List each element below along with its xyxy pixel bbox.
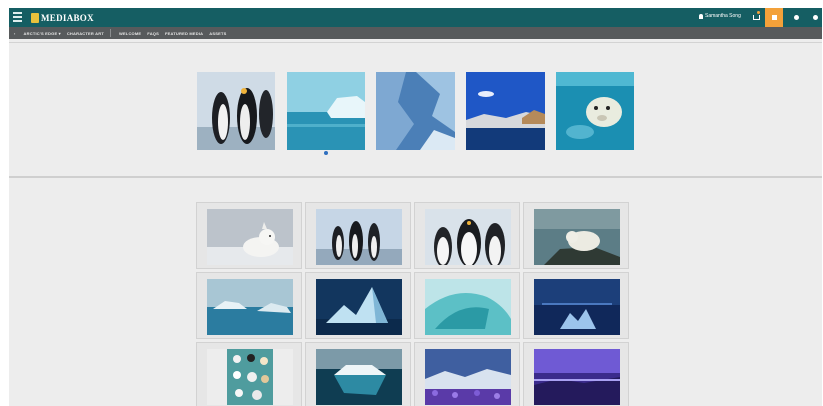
menu-icon[interactable] (13, 12, 22, 23)
nav-bar: ‹ ARCTIC'S EDGE ▾ CHARACTER ART WELCOME … (9, 27, 822, 39)
gallery-item-iceberg-underwater[interactable] (305, 342, 411, 406)
top-bar: MEDIABOX Samantha Song (9, 8, 822, 27)
nav-divider (109, 29, 111, 37)
user-icon (699, 13, 703, 19)
ice-floe-image (207, 279, 293, 335)
cart-icon (752, 15, 760, 20)
nav-item-welcome[interactable]: WELCOME (119, 31, 141, 36)
blue-iceberg-peak-image (316, 279, 402, 335)
gallery-item-violet-sky-ice[interactable] (523, 342, 629, 406)
night-iceberg-image (534, 279, 620, 335)
purple-flowers-ice-image (425, 349, 511, 405)
logout-icon (812, 15, 818, 20)
swimming-polar-bear-image (556, 72, 634, 150)
logout-button[interactable] (806, 8, 822, 27)
gallery-item-character-art-sheet[interactable] (196, 342, 302, 406)
app-logo[interactable]: MEDIABOX (31, 11, 94, 24)
character-art-sheet-image (207, 349, 293, 405)
gallery-item-polar-bear-on-rock[interactable] (523, 202, 629, 269)
logo-text: MEDIABOX (41, 12, 94, 23)
user-menu[interactable]: Samantha Song (699, 13, 741, 19)
iceberg-sea-image (287, 72, 365, 150)
nav-item-assets[interactable]: ASSETS (209, 31, 226, 36)
carousel-item-penguins[interactable] (197, 72, 275, 150)
section-divider (9, 176, 822, 178)
ice-wave-image (425, 279, 511, 335)
nav-item-character-art[interactable]: CHARACTER ART (67, 31, 104, 36)
glacier-wall-image (376, 72, 455, 150)
grid-view-button[interactable] (765, 8, 783, 27)
carousel-item-iceberg-sea[interactable] (287, 72, 365, 150)
settings-icon (793, 15, 799, 20)
gallery-item-ice-wave[interactable] (414, 272, 520, 339)
user-name: Samantha Song (705, 13, 741, 19)
gallery-item-night-iceberg[interactable] (523, 272, 629, 339)
carousel-item-coast-blue-sky[interactable] (466, 72, 545, 150)
penguins-closeup-image (425, 209, 511, 265)
gallery-item-penguins-closeup[interactable] (414, 202, 520, 269)
iceberg-underwater-image (316, 349, 402, 405)
carousel-page-indicator[interactable] (324, 151, 328, 155)
violet-sky-ice-image (534, 349, 620, 405)
section-divider (9, 42, 822, 43)
cart-button[interactable] (747, 8, 765, 27)
polar-bear-on-rock-image (534, 209, 620, 265)
nav-item-faqs[interactable]: FAQS (147, 31, 159, 36)
penguins-image (197, 72, 275, 150)
carousel-item-swimming-polar-bear[interactable] (556, 72, 634, 150)
app-frame: MEDIABOX Samantha Song ‹ ARCTIC'S EDGE ▾… (9, 8, 822, 406)
gallery-item-purple-flowers-ice[interactable] (414, 342, 520, 406)
carousel-item-glacier-wall[interactable] (376, 72, 455, 150)
gallery-item-ice-floe-water[interactable] (196, 272, 302, 339)
coast-image (466, 72, 545, 150)
gallery-item-arctic-fox[interactable] (196, 202, 302, 269)
nav-item-featured-media[interactable]: FEATURED MEDIA (165, 31, 203, 36)
gallery-item-blue-iceberg-peak[interactable] (305, 272, 411, 339)
chevron-left-icon[interactable]: ‹ (14, 31, 16, 36)
penguins-group-image (316, 209, 402, 265)
cart-badge (757, 11, 760, 14)
grid-icon (771, 15, 777, 20)
settings-button[interactable] (787, 8, 805, 27)
arctic-fox-image (207, 209, 293, 265)
gallery-item-penguins-group[interactable] (305, 202, 411, 269)
logo-mark-icon (31, 12, 39, 23)
nav-item-arctics-edge[interactable]: ARCTIC'S EDGE ▾ (24, 31, 61, 36)
